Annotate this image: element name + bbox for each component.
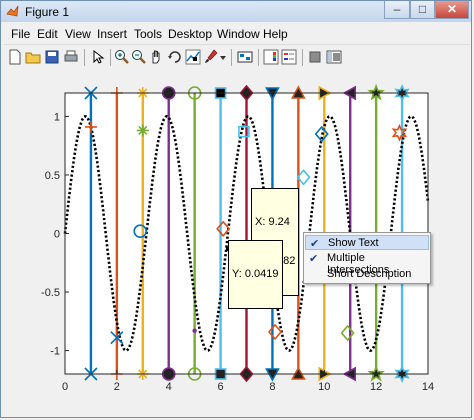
menu-item-show-text[interactable]: ✔ Show Text — [305, 235, 429, 250]
rotate-3d-icon[interactable] — [167, 49, 183, 65]
title-bar[interactable]: Figure 1 – □ ✕ — [1, 1, 471, 22]
y-tick-label: 0 — [54, 229, 60, 241]
checkmark-icon: ✔ — [310, 238, 320, 250]
x-tick-label: 2 — [114, 381, 120, 393]
context-menu: ✔ Show Text ✔ Multiple Intersections Sho… — [303, 232, 431, 284]
legend-icon[interactable] — [281, 49, 297, 65]
x-tick-label: 12 — [370, 381, 382, 393]
menu-item-short-description[interactable]: Short Description — [305, 267, 429, 282]
y-tick-label: 0.5 — [45, 170, 60, 182]
menu-item-multiple-intersections[interactable]: ✔ Multiple Intersections — [305, 251, 429, 276]
toolbar-separator — [84, 49, 85, 66]
y-tick-label: -0.5 — [41, 287, 60, 299]
menu-item-label: Show Text — [328, 237, 379, 249]
close-button[interactable]: ✕ — [435, 1, 469, 19]
y-tick-label: 1 — [54, 111, 60, 123]
menu-desktop[interactable]: Desktop — [168, 27, 212, 41]
open-file-icon[interactable] — [25, 49, 41, 65]
maximize-button[interactable]: □ — [410, 1, 435, 19]
pan-icon[interactable] — [149, 49, 165, 65]
hide-plot-tools-icon[interactable] — [307, 49, 323, 65]
intersection-marker-5 — [192, 328, 197, 333]
show-plot-tools-icon[interactable] — [326, 49, 342, 65]
figure-window: Figure 1 – □ ✕ File Edit View Insert Too… — [0, 0, 472, 418]
dropdown-arrow-icon[interactable] — [219, 49, 227, 65]
minimize-button[interactable]: – — [384, 1, 410, 19]
menu-item-label: Short Description — [327, 268, 412, 280]
x-tick-label: 14 — [422, 381, 434, 393]
zoom-in-icon[interactable] — [114, 49, 130, 65]
y-tick-label: -1 — [50, 346, 60, 358]
menu-insert[interactable]: Insert — [97, 27, 127, 41]
new-figure-icon[interactable] — [7, 49, 23, 65]
colorbar-icon[interactable] — [263, 49, 279, 65]
x-tick-label: 6 — [218, 381, 224, 393]
window-title: Figure 1 — [25, 5, 70, 19]
figure-toolbar — [4, 44, 470, 69]
menu-edit[interactable]: Edit — [37, 27, 58, 41]
edit-plot-icon[interactable] — [90, 49, 106, 65]
menu-window[interactable]: Window — [217, 27, 260, 41]
menu-view[interactable]: View — [65, 27, 91, 41]
checkmark-icon: ✔ — [309, 253, 319, 265]
menu-file[interactable]: File — [11, 27, 30, 41]
datatip-x-label: X: 9.24 — [255, 216, 290, 228]
matlab-icon — [6, 5, 19, 17]
menu-help[interactable]: Help — [263, 27, 288, 41]
zoom-out-icon[interactable] — [131, 49, 147, 65]
toolbar-separator — [110, 49, 111, 66]
link-plot-icon[interactable] — [237, 49, 253, 65]
toolbar-separator — [231, 49, 232, 66]
toolbar-separator — [302, 49, 303, 66]
datatip-y-label: Y: 0.0419 — [232, 268, 279, 280]
menu-tools[interactable]: Tools — [134, 27, 162, 41]
x-tick-label: 0 — [62, 381, 68, 393]
data-cursor-icon[interactable] — [185, 49, 201, 65]
print-icon[interactable] — [63, 49, 79, 65]
menu-bar: File Edit View Insert Tools Desktop Wind… — [1, 24, 471, 43]
x-tick-label: 10 — [318, 381, 330, 393]
x-tick-label: 8 — [269, 381, 275, 393]
toolbar-separator — [258, 49, 259, 66]
datatip-lower[interactable]: Y: 0.0419 — [228, 240, 283, 309]
save-icon[interactable] — [44, 49, 60, 65]
brush-icon[interactable] — [203, 49, 219, 65]
x-tick-label: 4 — [166, 381, 172, 393]
